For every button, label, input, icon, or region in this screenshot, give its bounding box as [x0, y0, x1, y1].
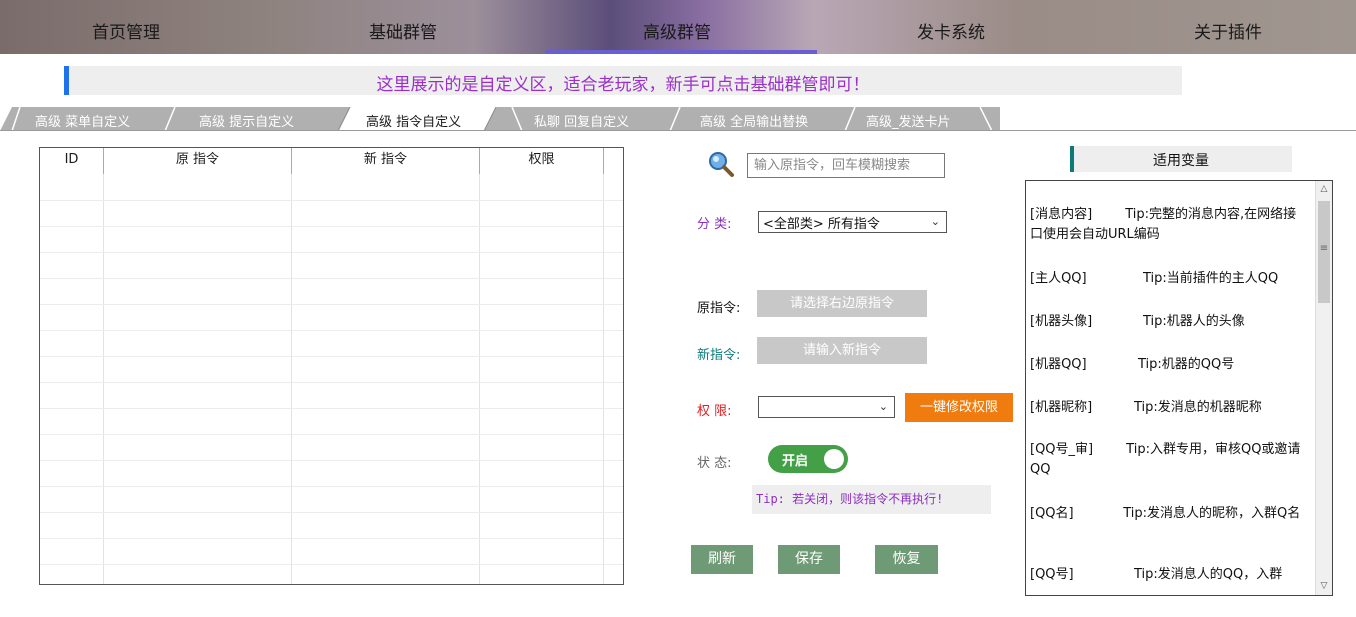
variable-key: [QQ名]: [1030, 506, 1074, 521]
new-command-label: 新指令:: [697, 348, 741, 363]
variable-text: [QQ名] Tip:发消息人的昵称，入群Q名: [1030, 506, 1300, 521]
grid-line: [291, 174, 292, 584]
category-selected-value: <全部类> 所有指令: [763, 217, 880, 232]
grip-icon: ≡: [1319, 243, 1329, 254]
grid-line: [40, 304, 623, 305]
tab-menu-custom[interactable]: 高级 菜单自定义: [35, 111, 130, 130]
permission-select[interactable]: ⌄: [758, 396, 895, 418]
column-header-id[interactable]: ID: [40, 148, 104, 174]
variable-key: [QQ号_审]: [1030, 442, 1094, 457]
variable-item[interactable]: [机器头像] Tip:机器人的头像: [1030, 312, 1306, 332]
variable-item[interactable]: [QQ号_审] Tip:入群专用，审核QQ或邀请QQ: [1030, 440, 1306, 480]
grid-line: [40, 512, 623, 513]
variable-desc: Tip:当前插件的主人QQ: [1143, 271, 1279, 286]
variable-key: [机器昵称]: [1030, 400, 1093, 415]
variable-text: [QQ号_审] Tip:入群专用，审核QQ或邀请QQ: [1030, 442, 1300, 477]
variable-desc: Tip:机器人的头像: [1143, 314, 1245, 329]
variable-item[interactable]: [QQ号] Tip:发消息人的QQ，入群: [1030, 565, 1306, 585]
grid-line: [40, 200, 623, 201]
variable-key: [主人QQ]: [1030, 271, 1087, 286]
scroll-up-icon[interactable]: △: [1316, 181, 1332, 198]
tab-command-custom[interactable]: 高级 指令自定义: [366, 111, 461, 130]
category-select[interactable]: <全部类> 所有指令 ⌄: [758, 211, 947, 233]
variable-desc: Tip:发消息的机器昵称: [1134, 400, 1262, 415]
nav-advanced-group[interactable]: 高级群管: [643, 18, 711, 43]
restore-button[interactable]: 恢复: [875, 545, 938, 574]
variables-header: 适用变量: [1070, 146, 1292, 172]
new-command-field[interactable]: 请输入新指令: [757, 337, 927, 364]
grid-line: [40, 252, 623, 253]
variable-item[interactable]: [主人QQ] Tip:当前插件的主人QQ: [1030, 269, 1306, 289]
status-tip: Tip: 若关闭，则该指令不再执行!: [752, 485, 991, 514]
bulk-modify-permission-button[interactable]: 一键修改权限: [905, 393, 1013, 422]
nav-active-indicator: [545, 50, 817, 54]
variable-key: [机器头像]: [1030, 314, 1093, 329]
variable-key: [机器QQ]: [1030, 357, 1087, 372]
grid-line: [40, 564, 623, 565]
scroll-down-icon[interactable]: ▽: [1316, 578, 1332, 595]
nav-home[interactable]: 首页管理: [92, 18, 160, 43]
variable-item[interactable]: [机器昵称] Tip:发消息的机器昵称: [1030, 398, 1306, 418]
nav-basic-group[interactable]: 基础群管: [369, 18, 437, 43]
scrollbar-thumb[interactable]: ≡: [1318, 201, 1330, 303]
toggle-knob: [824, 449, 844, 469]
nav-card-system[interactable]: 发卡系统: [917, 18, 985, 43]
original-command-label: 原指令:: [697, 301, 741, 316]
variable-text: [消息内容] Tip:完整的消息内容,在网络接口使用会自动URL编码: [1030, 207, 1296, 242]
variables-scrollbar[interactable]: △ ≡ ▽: [1315, 181, 1332, 595]
variable-key: [QQ号]: [1030, 567, 1074, 582]
status-toggle[interactable]: 开启: [768, 445, 848, 473]
variables-list[interactable]: [消息内容] Tip:完整的消息内容,在网络接口使用会自动URL编码 [主人QQ…: [1025, 180, 1333, 596]
top-navigation: 首页管理 基础群管 高级群管 发卡系统 关于插件: [0, 0, 1356, 54]
permission-label: 权 限:: [697, 404, 732, 419]
command-table[interactable]: ID 原 指令 新 指令 权限: [39, 147, 624, 585]
tab-send-card[interactable]: 高级_发送卡片: [866, 111, 951, 130]
tab-bar: 高级 菜单自定义 高级 提示自定义 高级 指令自定义 私聊 回复自定义 高级 全…: [0, 107, 1356, 131]
tab-global-output-replace[interactable]: 高级 全局输出替换: [700, 111, 808, 130]
grid-line: [40, 382, 623, 383]
save-button[interactable]: 保存: [778, 545, 840, 574]
variable-item[interactable]: [机器QQ] Tip:机器的QQ号: [1030, 355, 1306, 375]
variable-desc: Tip:机器的QQ号: [1138, 357, 1235, 372]
magnifier-icon[interactable]: [707, 150, 735, 178]
grid-line: [40, 434, 623, 435]
grid-line: [40, 408, 623, 409]
grid-line: [603, 174, 604, 584]
status-label: 状 态:: [697, 456, 732, 471]
grid-line: [40, 330, 623, 331]
grid-line: [40, 278, 623, 279]
category-label: 分 类:: [697, 217, 732, 232]
search-input[interactable]: [747, 153, 945, 178]
grid-line: [40, 538, 623, 539]
notice-banner: 这里展示的是自定义区，适合老玩家，新手可点击基础群管即可！: [64, 66, 1182, 95]
original-command-field[interactable]: 请选择右边原指令: [757, 290, 927, 317]
variable-item[interactable]: [QQ名] Tip:发消息人的昵称，入群Q名: [1030, 504, 1306, 524]
grid-line: [40, 486, 623, 487]
column-header-new[interactable]: 新 指令: [292, 148, 480, 174]
tab-private-reply-custom[interactable]: 私聊 回复自定义: [534, 111, 629, 130]
grid-line: [40, 356, 623, 357]
column-header-permission[interactable]: 权限: [480, 148, 604, 174]
variables-title: 适用变量: [1153, 153, 1209, 169]
chevron-down-icon: ⌄: [878, 400, 888, 413]
variable-item[interactable]: [消息内容] Tip:完整的消息内容,在网络接口使用会自动URL编码: [1030, 205, 1306, 245]
grid-line: [40, 226, 623, 227]
banner-text: 这里展示的是自定义区，适合老玩家，新手可点击基础群管即可！: [376, 75, 870, 95]
variable-desc: Tip:发消息人的昵称，入群Q名: [1123, 506, 1301, 521]
tab-prompt-custom[interactable]: 高级 提示自定义: [199, 111, 294, 130]
grid-line: [40, 460, 623, 461]
chevron-down-icon: ⌄: [930, 215, 940, 228]
refresh-button[interactable]: 刷新: [691, 545, 753, 574]
grid-line: [103, 174, 104, 584]
variable-key: [消息内容]: [1030, 207, 1093, 222]
grid-line: [479, 174, 480, 584]
column-header-original[interactable]: 原 指令: [104, 148, 292, 174]
nav-about-plugin[interactable]: 关于插件: [1194, 18, 1262, 43]
variable-desc: Tip:发消息人的QQ，入群: [1134, 567, 1283, 582]
status-toggle-label: 开启: [782, 454, 809, 469]
